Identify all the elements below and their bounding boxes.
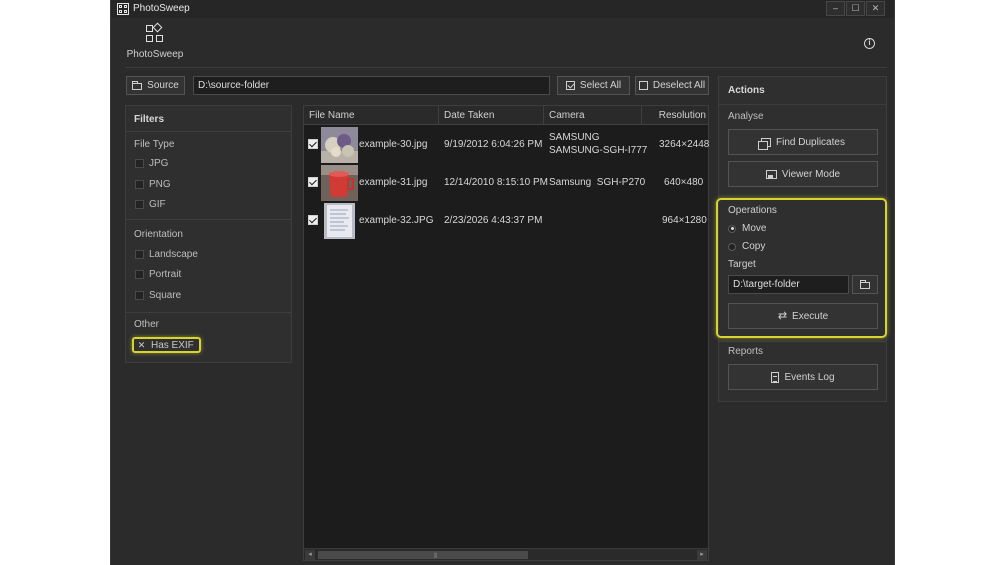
title-bar[interactable]: PhotoSweep – ☐ ✕ xyxy=(111,0,894,18)
file-name: example-30.jpg xyxy=(359,139,428,150)
actions-divider xyxy=(719,104,886,105)
filter-jpg-label: JPG xyxy=(149,158,169,169)
file-name: example-32.JPG xyxy=(359,215,434,226)
resolution: 964×1280 xyxy=(662,215,707,226)
app-window: PhotoSweep – ☐ ✕ PhotoSweep i Source D:\… xyxy=(110,0,895,565)
resolution: 3264×2448 xyxy=(659,139,710,150)
filter-jpg[interactable]: JPG xyxy=(135,158,168,169)
source-button[interactable]: Source xyxy=(126,76,185,95)
filter-has-exif[interactable]: ✕ Has EXIF xyxy=(132,337,201,353)
scroll-thumb[interactable]: ⦀ xyxy=(318,551,528,560)
minimize-button[interactable]: – xyxy=(826,1,845,16)
analyse-label: Analyse xyxy=(728,111,764,122)
checkbox[interactable] xyxy=(135,200,144,209)
thumbnail-image xyxy=(324,203,355,239)
section-divider xyxy=(126,219,291,220)
document-icon xyxy=(771,371,780,383)
file-table: File Name Date Taken Camera Resolution e… xyxy=(303,105,709,561)
table-header: File Name Date Taken Camera Resolution xyxy=(304,106,708,125)
filters-divider xyxy=(126,131,291,132)
header-divider xyxy=(125,67,887,68)
table-row[interactable]: example-30.jpg 9/19/2012 6:04:26 PM SAMS… xyxy=(304,126,710,164)
row-checkbox[interactable] xyxy=(308,177,318,187)
date-taken: 2/23/2026 4:43:37 PM xyxy=(444,215,543,226)
select-all-button[interactable]: Select All xyxy=(557,76,630,95)
column-date-taken[interactable]: Date Taken xyxy=(439,106,544,125)
filter-square-label: Square xyxy=(149,290,182,301)
filter-portrait-label: Portrait xyxy=(149,269,182,280)
checkbox[interactable] xyxy=(135,250,144,259)
camera: Samsung SGH-P270 xyxy=(549,177,646,188)
column-file-name[interactable]: File Name xyxy=(304,106,439,125)
column-camera[interactable]: Camera xyxy=(544,106,642,125)
file-name: example-31.jpg xyxy=(359,177,428,188)
events-log-button[interactable]: Events Log xyxy=(728,364,878,390)
empty-checkbox-icon xyxy=(638,81,648,90)
viewer-icon xyxy=(765,169,777,179)
other-label: Other xyxy=(134,319,160,330)
date-taken: 12/14/2010 8:15:10 PM xyxy=(444,177,548,188)
deselect-all-label: Deselect All xyxy=(652,80,706,91)
excluded-x-icon[interactable]: ✕ xyxy=(137,340,146,350)
maximize-button[interactable]: ☐ xyxy=(846,1,865,16)
folder-icon xyxy=(132,81,143,90)
find-duplicates-label: Find Duplicates xyxy=(776,136,845,148)
viewer-mode-button[interactable]: Viewer Mode xyxy=(728,161,878,187)
operations-highlight xyxy=(716,198,887,338)
filters-panel: Filters File Type JPG PNG GIF Orientatio… xyxy=(125,105,292,363)
close-button[interactable]: ✕ xyxy=(866,1,885,16)
filter-square[interactable]: Square xyxy=(135,290,181,301)
row-checkbox[interactable] xyxy=(308,215,318,225)
find-duplicates-button[interactable]: Find Duplicates xyxy=(728,129,878,155)
thumbnail-image xyxy=(321,165,358,201)
deselect-all-button[interactable]: Deselect All xyxy=(635,76,709,95)
section-divider xyxy=(126,312,291,313)
reports-label: Reports xyxy=(728,346,764,357)
date-taken: 9/19/2012 6:04:26 PM xyxy=(444,139,543,150)
file-type-label: File Type xyxy=(134,139,175,150)
viewer-mode-label: Viewer Mode xyxy=(781,168,841,180)
reports-divider xyxy=(719,341,886,342)
duplicates-icon xyxy=(758,137,772,150)
filter-portrait[interactable]: Portrait xyxy=(135,269,181,280)
camera: SAMSUNG-SGH-I777 xyxy=(549,145,648,156)
thumbnail-image xyxy=(321,127,358,163)
app-logo: PhotoSweep xyxy=(125,22,185,60)
filter-landscape-label: Landscape xyxy=(149,249,198,260)
window-title: PhotoSweep xyxy=(133,3,190,14)
filter-landscape[interactable]: Landscape xyxy=(135,249,198,260)
column-resolution[interactable]: Resolution xyxy=(642,106,710,125)
select-all-label: Select All xyxy=(579,80,622,91)
filter-png-label: PNG xyxy=(149,179,171,190)
grid-icon xyxy=(145,22,165,44)
scroll-left-icon[interactable]: ◂ xyxy=(305,550,315,560)
actions-title: Actions xyxy=(728,85,765,96)
source-button-label: Source xyxy=(147,80,179,91)
table-row[interactable]: example-31.jpg 12/14/2010 8:15:10 PM Sam… xyxy=(304,164,708,202)
orientation-label: Orientation xyxy=(134,229,183,240)
filters-title: Filters xyxy=(134,114,165,125)
checkbox[interactable] xyxy=(135,180,144,189)
filter-has-exif-label: Has EXIF xyxy=(151,339,194,351)
table-row[interactable]: example-32.JPG 2/23/2026 4:43:37 PM 964×… xyxy=(304,202,708,240)
logo-label: PhotoSweep xyxy=(126,49,184,60)
camera: SAMSUNG xyxy=(549,132,600,143)
filter-gif[interactable]: GIF xyxy=(135,199,166,210)
checkbox[interactable] xyxy=(135,291,144,300)
source-path-input[interactable]: D:\source-folder xyxy=(193,76,550,95)
checkbox[interactable] xyxy=(135,159,144,168)
app-icon xyxy=(117,3,129,15)
horizontal-scrollbar[interactable]: ◂ ⦀ ▸ xyxy=(304,548,708,560)
row-checkbox[interactable] xyxy=(308,139,318,149)
filter-png[interactable]: PNG xyxy=(135,179,171,190)
info-icon[interactable]: i xyxy=(864,38,875,49)
scroll-right-icon[interactable]: ▸ xyxy=(697,550,707,560)
filter-gif-label: GIF xyxy=(149,199,166,210)
resolution: 640×480 xyxy=(664,177,704,188)
checkbox[interactable] xyxy=(135,270,144,279)
grip-icon: ⦀ xyxy=(434,553,438,560)
events-log-label: Events Log xyxy=(784,371,835,383)
check-icon xyxy=(565,81,575,90)
